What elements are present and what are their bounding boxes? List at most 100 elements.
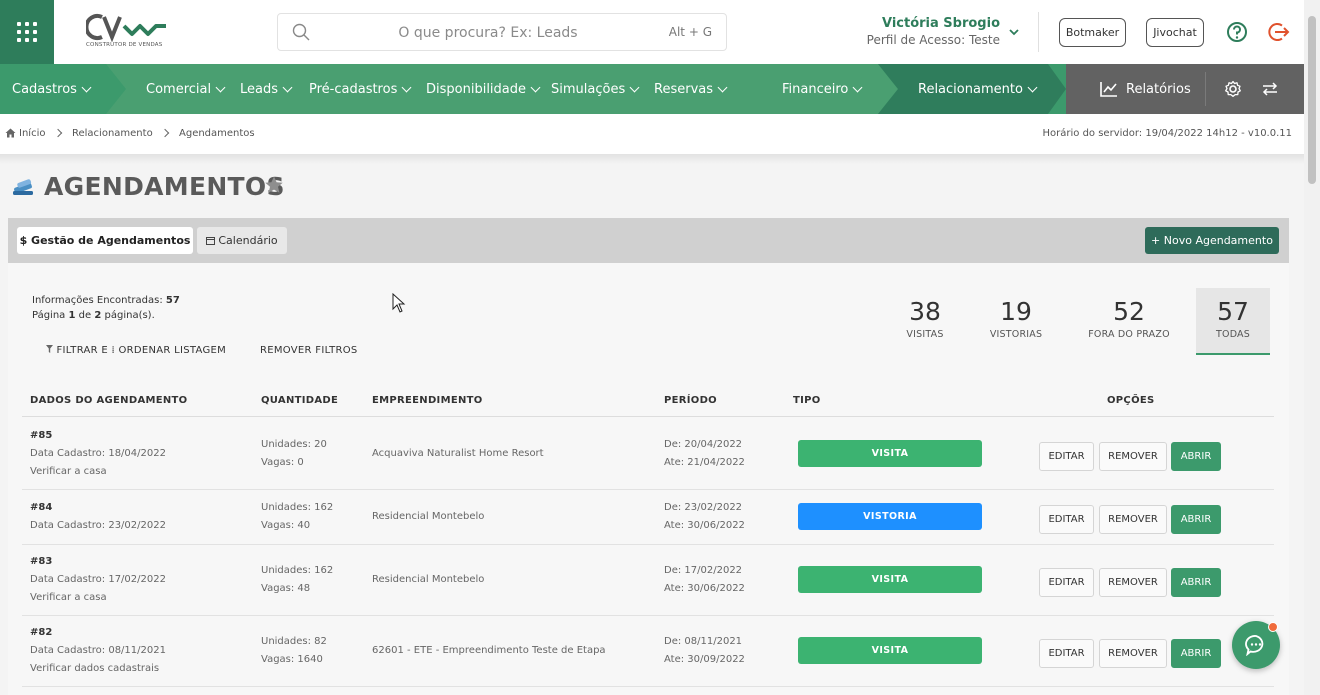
open-button[interactable]: ABRIR [1171, 568, 1221, 597]
remove-button[interactable]: REMOVER [1099, 568, 1167, 597]
nav-label: Simulações [551, 81, 626, 97]
row-to: Ate: 21/04/2022 [664, 457, 745, 468]
open-button[interactable]: ABRIR [1171, 639, 1221, 668]
nav-item-simulacoes[interactable]: Simulações [551, 64, 640, 114]
page-scrollbar[interactable] [1304, 0, 1320, 695]
row-project: 62601 - ETE - Empreendimento Teste de Et… [372, 645, 606, 656]
row-period: De: 23/02/2022 Ate: 30/06/2022 [664, 499, 745, 535]
nav-item-relatorios[interactable]: Relatórios [1100, 64, 1191, 114]
home-icon [5, 128, 16, 138]
stat-vistorias[interactable]: 19 VISTORIAS [979, 288, 1053, 355]
edit-button[interactable]: EDITAR [1039, 568, 1094, 597]
nav-item-relacionamento[interactable]: Relacionamento [918, 64, 1038, 114]
logout-icon[interactable] [1268, 21, 1290, 43]
row-details: #85 Data Cadastro: 18/04/2022 Verificar … [30, 427, 166, 481]
chevron-down-icon[interactable] [1008, 26, 1020, 38]
breadcrumb-relacionamento[interactable]: Relacionamento [72, 128, 153, 139]
nav-item-disponibilidade[interactable]: Disponibilidade [426, 64, 541, 114]
stat-visitas[interactable]: 38 VISITAS [888, 288, 962, 355]
nav-label: Pré-cadastros [309, 81, 398, 97]
row-to: Ate: 30/06/2022 [664, 520, 745, 531]
nav-item-leads[interactable]: Leads [240, 64, 293, 114]
row-date: Data Cadastro: 18/04/2022 [30, 448, 166, 459]
handshake-icon [13, 179, 33, 195]
edit-button[interactable]: EDITAR [1039, 442, 1094, 471]
chevron-down-icon [530, 82, 541, 92]
remove-button[interactable]: REMOVER [1099, 442, 1167, 471]
row-from: De: 08/11/2021 [664, 636, 743, 647]
row-units: Unidades: 162 [261, 565, 334, 576]
stat-fora-do-prazo[interactable]: 52 FORA DO PRAZO [1082, 288, 1176, 355]
search-input[interactable] [338, 22, 638, 44]
results-info: Informações Encontradas: 57 Página 1 de … [32, 293, 180, 323]
global-search[interactable]: Alt + G [277, 13, 727, 51]
nav-item-cadastros[interactable]: Cadastros [12, 64, 92, 114]
col-dados: DADOS DO AGENDAMENTO [30, 395, 188, 406]
row-details: #83 Data Cadastro: 17/02/2022 Verificar … [30, 553, 166, 607]
user-menu[interactable]: Victória Sbrogio Perfil de Acesso: Teste [867, 16, 1000, 47]
main-content: Informações Encontradas: 57 Página 1 de … [8, 263, 1289, 695]
page-suffix: página(s). [104, 310, 155, 321]
type-badge-visita: VISITA [798, 637, 982, 664]
star-icon[interactable] [264, 175, 284, 195]
col-opcoes: OPÇÕES [1107, 395, 1155, 406]
table-row: #82 Data Cadastro: 08/11/2021 Verificar … [22, 616, 1274, 687]
nav-item-comercial[interactable]: Comercial [146, 64, 226, 114]
chevron-right-icon [53, 128, 63, 138]
tab-bar: $ Gestão de Agendamentos Calendário + No… [8, 218, 1289, 263]
stat-value: 19 [1000, 297, 1032, 326]
nav-item-reservas[interactable]: Reservas [654, 64, 728, 114]
nav-label: Relacionamento [918, 81, 1023, 97]
nav-item-pre-cadastros[interactable]: Pré-cadastros [309, 64, 412, 114]
row-slots: Vagas: 40 [261, 520, 311, 531]
chart-line-icon [1100, 82, 1117, 97]
type-badge-visita: VISITA [798, 566, 982, 593]
type-badge-visita: VISITA [798, 440, 982, 467]
breadcrumb-agendamentos: Agendamentos [179, 128, 255, 139]
tab-label: Calendário [218, 234, 278, 247]
nav-item-financeiro[interactable]: Financeiro [782, 64, 863, 114]
filter-sort-link[interactable]: FILTRAR E ⁞ ORDENAR LISTAGEM [46, 345, 226, 356]
divider [1038, 12, 1039, 52]
new-appointment-button[interactable]: + Novo Agendamento [1145, 227, 1279, 254]
row-units: Unidades: 82 [261, 636, 327, 647]
remove-button[interactable]: REMOVER [1099, 639, 1167, 668]
breadcrumb-inicio[interactable]: Início [19, 128, 45, 139]
jivochat-button[interactable]: Jivochat [1146, 18, 1204, 47]
row-project: Acquaviva Naturalist Home Resort [372, 448, 544, 459]
nav-label: Relatórios [1126, 81, 1191, 97]
edit-button[interactable]: EDITAR [1039, 639, 1094, 668]
table-row: #85 Data Cadastro: 18/04/2022 Verificar … [22, 417, 1274, 490]
cv-logo[interactable]: CONSTRUTOR DE VENDAS [84, 12, 178, 52]
row-details: #82 Data Cadastro: 08/11/2021 Verificar … [30, 624, 166, 678]
nav-label: Financeiro [782, 81, 849, 97]
botmaker-button[interactable]: Botmaker [1059, 18, 1126, 47]
remove-button[interactable]: REMOVER [1099, 505, 1167, 534]
row-from: De: 23/02/2022 [664, 502, 743, 513]
user-profile: Perfil de Acesso: Teste [866, 33, 1000, 47]
open-button[interactable]: ABRIR [1171, 505, 1221, 534]
row-slots: Vagas: 0 [261, 457, 304, 468]
edit-button[interactable]: EDITAR [1039, 505, 1094, 534]
scrollbar-thumb[interactable] [1308, 16, 1316, 184]
main-nav: Cadastros Comercial Leads Pré-cadastros … [0, 64, 1304, 114]
tab-gestao-agendamentos[interactable]: $ Gestão de Agendamentos [17, 227, 193, 254]
nav-label: Comercial [146, 81, 212, 97]
help-icon[interactable] [1226, 21, 1248, 43]
row-slots: Vagas: 48 [261, 583, 311, 594]
row-quantity: Unidades: 162 Vagas: 40 [261, 499, 333, 535]
tab-calendario[interactable]: Calendário [197, 227, 287, 254]
apps-grid-icon[interactable] [0, 0, 54, 64]
row-slots: Vagas: 1640 [261, 654, 323, 665]
row-date: Data Cadastro: 08/11/2021 [30, 645, 166, 656]
table-row: #83 Data Cadastro: 17/02/2022 Verificar … [22, 545, 1274, 616]
stat-todas[interactable]: 57 TODAS [1196, 288, 1270, 355]
logo-text: CONSTRUTOR DE VENDAS [86, 42, 163, 48]
swap-icon[interactable] [1262, 81, 1278, 97]
stat-label: VISTORIAS [989, 329, 1043, 340]
row-quantity: Unidades: 162 Vagas: 48 [261, 562, 333, 598]
open-button[interactable]: ABRIR [1171, 442, 1221, 471]
gear-icon[interactable] [1224, 80, 1242, 98]
nav-label: Reservas [654, 81, 713, 97]
remove-filters-link[interactable]: REMOVER FILTROS [260, 345, 358, 356]
